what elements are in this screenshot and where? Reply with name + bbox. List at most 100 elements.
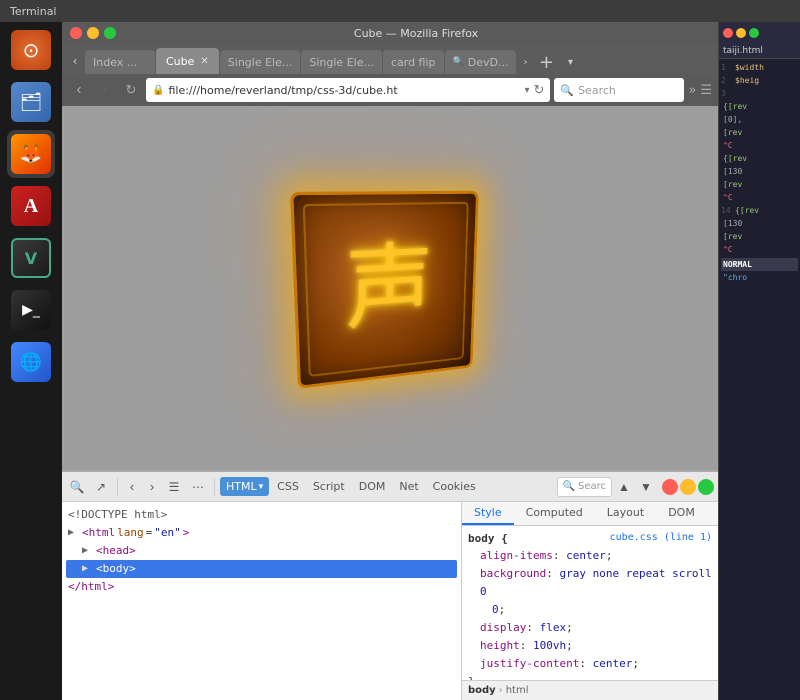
expand-icon: ▶ bbox=[68, 524, 80, 542]
dt-pick-btn[interactable]: ↗ bbox=[90, 476, 112, 498]
back-btn[interactable]: ‹ bbox=[68, 79, 90, 101]
dt-tab-css[interactable]: CSS bbox=[271, 477, 305, 496]
chrome-icon: 🌐 bbox=[20, 352, 42, 373]
dt-separator-2 bbox=[214, 478, 215, 496]
dt-tab-net[interactable]: Net bbox=[393, 477, 424, 496]
dt-next-result[interactable]: ▼ bbox=[636, 477, 656, 497]
style-prop-justify-content: justify-content: center; bbox=[468, 655, 712, 673]
browser-title: Cube — Mozilla Firefox bbox=[122, 27, 710, 40]
dt-inspect-btn[interactable]: 🔍 bbox=[66, 476, 88, 498]
menu-btn[interactable]: ☰ bbox=[700, 83, 712, 98]
dt-expand-btn[interactable]: ⋯ bbox=[187, 476, 209, 498]
rp-filename: taiji.html bbox=[719, 44, 800, 59]
close-btn[interactable] bbox=[70, 27, 82, 39]
dt-btn-1[interactable] bbox=[662, 479, 678, 495]
taskbar-item-vim[interactable]: V bbox=[7, 234, 55, 282]
dom-body-row[interactable]: ▶ <body> bbox=[66, 560, 457, 578]
list-tabs-btn[interactable]: ▾ bbox=[559, 50, 581, 74]
rp-line-3: 3 bbox=[721, 87, 798, 100]
dom-html-row[interactable]: ▶ <html lang = "en" > bbox=[66, 524, 457, 542]
firefox-icon: 🦊 bbox=[20, 144, 42, 165]
taskbar-item-ubuntu[interactable]: ⊙ bbox=[7, 26, 55, 74]
sp-tab-computed[interactable]: Computed bbox=[514, 502, 595, 525]
rp-status-line: "chro bbox=[721, 271, 798, 284]
tab-index[interactable]: Index ... bbox=[85, 50, 155, 74]
dt-tab-script[interactable]: Script bbox=[307, 477, 351, 496]
taskbar-item-files[interactable]: 🗂 bbox=[7, 78, 55, 126]
sp-tab-style[interactable]: Style bbox=[462, 502, 514, 525]
cube-display: 声 bbox=[285, 183, 495, 393]
url-input-wrap[interactable]: 🔒 file:///home/reverland/tmp/css-3d/cube… bbox=[146, 78, 550, 102]
dt-html-dropdown[interactable]: ▾ bbox=[259, 482, 264, 492]
style-source[interactable]: cube.css (line 1) bbox=[610, 532, 712, 545]
url-dropdown-icon[interactable]: ▾ bbox=[524, 85, 529, 96]
dt-prev-result[interactable]: ▲ bbox=[614, 477, 634, 497]
tab-single-ele-2[interactable]: Single Ele... bbox=[301, 50, 382, 74]
window-title-bar: Terminal bbox=[0, 0, 800, 22]
rp-line-14: 14 {[rev bbox=[721, 204, 798, 217]
url-reload-btn[interactable]: ↻ bbox=[533, 82, 544, 98]
rp-min-btn[interactable] bbox=[736, 28, 746, 38]
tab-cube-close[interactable]: ✕ bbox=[200, 56, 208, 67]
rp-code-area: 1 $width 2 $heig 3 {[rev [0 bbox=[719, 59, 800, 700]
rp-line-16: [rev bbox=[721, 230, 798, 243]
expand-icon: ▶ bbox=[82, 542, 94, 560]
tab-devd[interactable]: 🔍 DevD... bbox=[445, 50, 517, 74]
tab-back-btn[interactable]: ‹ bbox=[66, 48, 84, 74]
dt-tab-html[interactable]: HTML ▾ bbox=[220, 477, 269, 496]
style-prop-display: display: flex; bbox=[468, 619, 712, 637]
dt-separator-1 bbox=[117, 478, 118, 496]
taskbar-item-chrome[interactable]: 🌐 bbox=[7, 338, 55, 386]
bc-body[interactable]: body bbox=[468, 685, 496, 696]
tab-single-ele-1[interactable]: Single Ele... bbox=[220, 50, 301, 74]
tab-cube[interactable]: Cube ✕ bbox=[156, 48, 219, 74]
tab-overflow-btn[interactable]: › bbox=[517, 50, 533, 74]
extra-btn-overflow[interactable]: » bbox=[688, 83, 696, 98]
taskbar-item-firefox[interactable]: 🦊 bbox=[7, 130, 55, 178]
dt-btn-2[interactable] bbox=[680, 479, 696, 495]
sp-tab-layout[interactable]: Layout bbox=[595, 502, 656, 525]
rp-line-8: {[rev bbox=[721, 152, 798, 165]
browser-title-bar: Cube — Mozilla Firefox bbox=[62, 22, 718, 44]
browser-viewport: 声 bbox=[62, 106, 718, 470]
dt-back-nav[interactable]: ‹ bbox=[123, 476, 141, 498]
dom-html-close: </html> bbox=[66, 578, 457, 596]
bc-html[interactable]: html bbox=[506, 685, 529, 696]
style-panel: Style Computed Layout DOM Events » body bbox=[462, 502, 718, 700]
rp-line-2: 2 $heig bbox=[721, 74, 798, 87]
rp-max-btn[interactable] bbox=[749, 28, 759, 38]
dt-tab-dom[interactable]: DOM bbox=[353, 477, 392, 496]
cube-character: 声 bbox=[344, 240, 433, 336]
taskbar-item-font[interactable]: A bbox=[7, 182, 55, 230]
dt-list-btn[interactable]: ☰ bbox=[163, 476, 185, 498]
dt-tab-cookies[interactable]: Cookies bbox=[427, 477, 482, 496]
tab-card-flip[interactable]: card flip bbox=[383, 50, 444, 74]
tab-search-icon: 🔍 bbox=[453, 57, 464, 67]
devtools-panel: 🔍 ↗ ‹ › ☰ ⋯ HTML ▾ CSS bbox=[62, 470, 718, 700]
style-content: body { cube.css (line 1) align-items: ce… bbox=[462, 526, 718, 680]
dom-head-row[interactable]: ▶ <head> bbox=[66, 542, 457, 560]
minimize-btn[interactable] bbox=[87, 27, 99, 39]
files-icon: 🗂 bbox=[20, 92, 43, 113]
rp-line-7: ^C bbox=[721, 139, 798, 152]
dt-search-wrap[interactable]: 🔍 Searc bbox=[557, 477, 612, 497]
maximize-btn[interactable] bbox=[104, 27, 116, 39]
devtools-status-bar: body › html bbox=[462, 680, 718, 700]
dt-fwd-nav[interactable]: › bbox=[143, 476, 161, 498]
style-selector: body { bbox=[468, 532, 508, 545]
taskbar-item-terminal[interactable]: ▶_ bbox=[7, 286, 55, 334]
url-text: file:///home/reverland/tmp/css-3d/cube.h… bbox=[168, 84, 520, 97]
rp-close-btn[interactable] bbox=[723, 28, 733, 38]
add-tab-btn[interactable]: + bbox=[534, 50, 558, 74]
reload-btn[interactable]: ↻ bbox=[120, 79, 142, 101]
rp-line-11: ^C bbox=[721, 191, 798, 204]
sp-tab-events[interactable]: Events bbox=[707, 502, 718, 525]
rp-line-5: [0], bbox=[721, 113, 798, 126]
terminal-icon: ▶_ bbox=[22, 302, 40, 318]
style-prop-height: height: 100vh; bbox=[468, 637, 712, 655]
dt-btn-3[interactable] bbox=[698, 479, 714, 495]
search-wrap[interactable]: 🔍 Search bbox=[554, 78, 684, 102]
sp-tab-dom[interactable]: DOM bbox=[656, 502, 707, 525]
forward-btn[interactable]: › bbox=[94, 79, 116, 101]
devtools-main: <!DOCTYPE html> ▶ <html lang = "en" > bbox=[62, 502, 718, 700]
